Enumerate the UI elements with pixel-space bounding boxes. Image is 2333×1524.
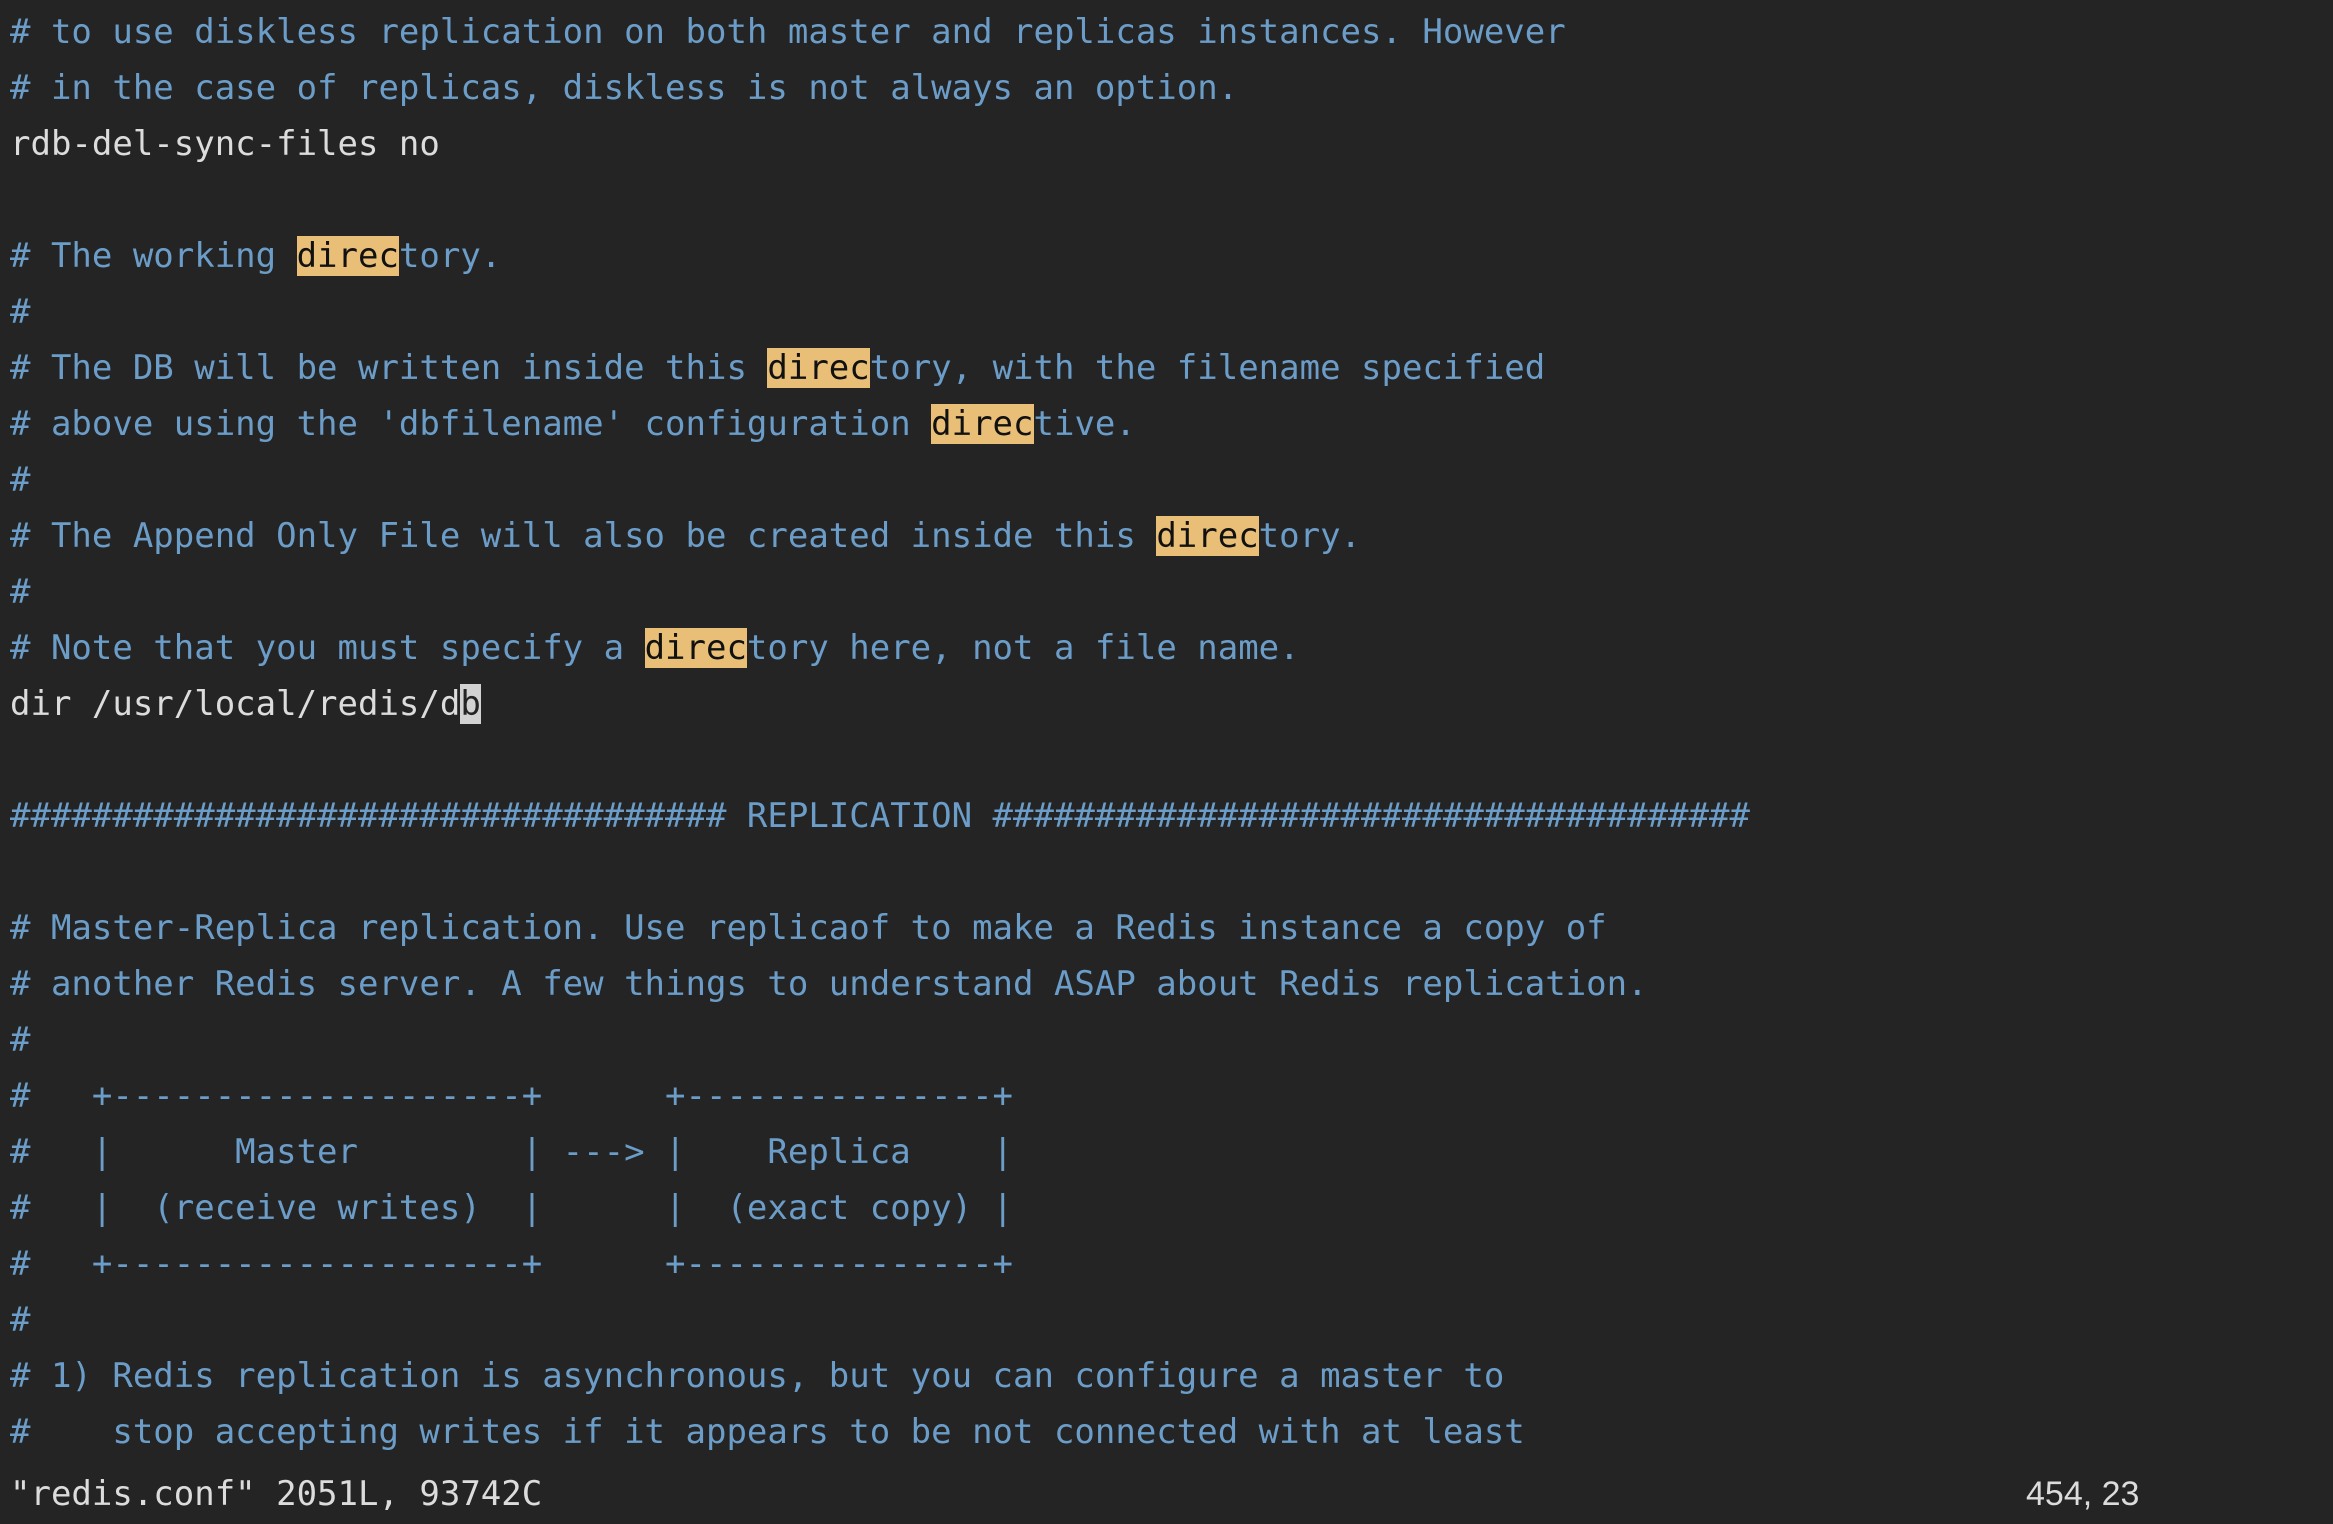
line-text: tory. <box>398 236 502 276</box>
editor-line[interactable]: # | Master | ---> | Replica | <box>10 1124 2333 1180</box>
text-cursor: b <box>460 684 481 724</box>
line-text: # Note that you must specify a <box>10 628 645 668</box>
line-text: # another Redis server. A few things to … <box>10 964 1648 1004</box>
line-text: rdb-del-sync-files no <box>10 124 440 164</box>
search-match-highlight: direc <box>931 404 1034 444</box>
line-text: # The working <box>10 236 297 276</box>
editor-buffer[interactable]: # to use diskless replication on both ma… <box>10 4 2333 1460</box>
line-text: # to use diskless replication on both ma… <box>10 12 1566 52</box>
line-text: # The Append Only File will also be crea… <box>10 516 1157 556</box>
editor-line[interactable]: # another Redis server. A few things to … <box>10 956 2333 1012</box>
editor-line[interactable]: # 1) Redis replication is asynchronous, … <box>10 1348 2333 1404</box>
editor-line[interactable]: # to use diskless replication on both ma… <box>10 4 2333 60</box>
line-text: # The DB will be written inside this <box>10 348 768 388</box>
line-text: # <box>10 292 31 332</box>
line-text: dir /usr/local/redis/d <box>10 684 461 724</box>
line-text: # 1) Redis replication is asynchronous, … <box>10 1356 1505 1396</box>
search-match-highlight: direc <box>1156 516 1259 556</box>
line-text: tory here, not a file name. <box>746 628 1300 668</box>
status-file-info: "redis.conf" 2051L, 93742C <box>10 1474 543 1514</box>
editor-line[interactable]: # <box>10 452 2333 508</box>
line-text: # <box>10 1020 31 1060</box>
editor-line[interactable]: # | (receive writes) | | (exact copy) | <box>10 1180 2333 1236</box>
editor-line[interactable]: # stop accepting writes if it appears to… <box>10 1404 2333 1460</box>
line-text: # +--------------------+ +--------------… <box>10 1076 1014 1116</box>
line-text: # above using the 'dbfilename' configura… <box>10 404 932 444</box>
editor-line[interactable]: # <box>10 564 2333 620</box>
line-text: tory, with the filename specified <box>869 348 1546 388</box>
editor-line[interactable]: # The Append Only File will also be crea… <box>10 508 2333 564</box>
editor-line[interactable]: # <box>10 1012 2333 1068</box>
status-cursor-position: 454, 23 <box>2026 1475 2140 1513</box>
line-text: # | (receive writes) | | (exact copy) | <box>10 1188 1014 1228</box>
editor-line[interactable]: # <box>10 1292 2333 1348</box>
editor-line[interactable] <box>10 172 2333 228</box>
editor-line[interactable] <box>10 732 2333 788</box>
editor-line[interactable]: # above using the 'dbfilename' configura… <box>10 396 2333 452</box>
editor-line[interactable]: # +--------------------+ +--------------… <box>10 1068 2333 1124</box>
editor-line[interactable]: # The DB will be written inside this dir… <box>10 340 2333 396</box>
line-text: # in the case of replicas, diskless is n… <box>10 68 1239 108</box>
editor-line[interactable]: # +--------------------+ +--------------… <box>10 1236 2333 1292</box>
search-match-highlight: direc <box>767 348 870 388</box>
editor-line[interactable]: # <box>10 284 2333 340</box>
line-text: # Master-Replica replication. Use replic… <box>10 908 1607 948</box>
editor-line[interactable]: dir /usr/local/redis/db <box>10 676 2333 732</box>
editor-line[interactable] <box>10 844 2333 900</box>
line-text: # <box>10 572 31 612</box>
editor-line[interactable]: # The working directory. <box>10 228 2333 284</box>
editor-line[interactable]: # in the case of replicas, diskless is n… <box>10 60 2333 116</box>
line-text: ################################### REPL… <box>10 796 1750 836</box>
editor-line[interactable]: # Master-Replica replication. Use replic… <box>10 900 2333 956</box>
line-text: # stop accepting writes if it appears to… <box>10 1412 1525 1452</box>
line-text: tory. <box>1258 516 1362 556</box>
line-text: # +--------------------+ +--------------… <box>10 1244 1014 1284</box>
terminal-window[interactable]: # to use diskless replication on both ma… <box>0 0 2333 1524</box>
editor-line[interactable]: # Note that you must specify a directory… <box>10 620 2333 676</box>
line-text: tive. <box>1033 404 1136 444</box>
search-match-highlight: direc <box>296 236 399 276</box>
editor-line[interactable]: rdb-del-sync-files no <box>10 116 2333 172</box>
line-text: # <box>10 1300 31 1340</box>
vim-status-line: "redis.conf" 2051L, 93742C 454, 23 <box>0 1464 2333 1524</box>
editor-line[interactable]: ################################### REPL… <box>10 788 2333 844</box>
line-text: # <box>10 460 31 500</box>
search-match-highlight: direc <box>644 628 747 668</box>
line-text: # | Master | ---> | Replica | <box>10 1132 1014 1172</box>
